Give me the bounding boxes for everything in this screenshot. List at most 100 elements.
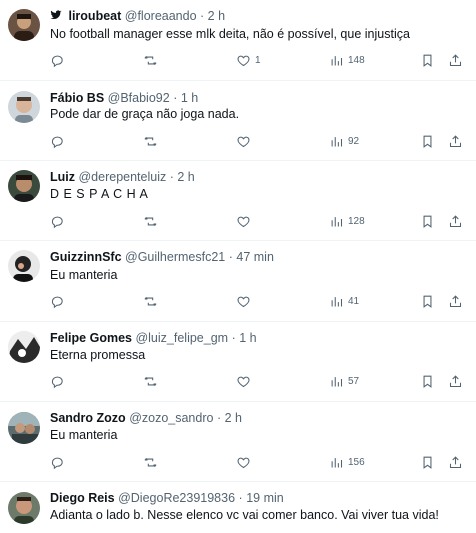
- views-button[interactable]: 57: [329, 373, 359, 389]
- bookmark-button[interactable]: [420, 454, 435, 470]
- views-button[interactable]: 128: [329, 213, 365, 229]
- bookmark-icon: [423, 215, 432, 228]
- bookmark-button[interactable]: [420, 133, 435, 149]
- reply-author-name[interactable]: Sandro Zozo: [50, 411, 126, 425]
- reply-author-handle[interactable]: @zozo_sandro: [129, 411, 213, 425]
- reply-author-name[interactable]: Fábio BS: [50, 91, 104, 105]
- reply-timestamp[interactable]: 1 h: [181, 91, 198, 105]
- retweet-button[interactable]: [143, 133, 158, 149]
- reply-button[interactable]: [50, 373, 65, 389]
- share-button[interactable]: [448, 454, 463, 470]
- separator-dot: ·: [238, 491, 243, 505]
- avatar[interactable]: [8, 9, 40, 41]
- bookmark-icon: [423, 295, 432, 308]
- reply-button[interactable]: [50, 454, 65, 470]
- reply-header: GuizzinnSfc @Guilhermesfc21 · 47 min: [50, 249, 274, 265]
- reply-text: Pode dar de graça não joga nada.: [50, 107, 240, 121]
- bookmark-button[interactable]: [420, 293, 435, 309]
- share-button[interactable]: [448, 373, 463, 389]
- bookmark-button[interactable]: [420, 52, 435, 68]
- retweet-button[interactable]: [143, 293, 158, 309]
- reply-icon: [51, 296, 63, 308]
- share-button[interactable]: [448, 52, 463, 68]
- avatar[interactable]: [8, 331, 40, 363]
- reply-author-name[interactable]: Luiz: [50, 170, 75, 184]
- bookmark-button[interactable]: [420, 373, 435, 389]
- reply-icon: [51, 216, 63, 228]
- reply-author-name[interactable]: liroubeat: [68, 9, 121, 23]
- avatar[interactable]: [8, 492, 40, 524]
- separator-dot: ·: [169, 170, 174, 184]
- retweet-icon: [144, 376, 157, 386]
- share-button[interactable]: [448, 133, 463, 149]
- reply-author-handle[interactable]: @Guilhermesfc21: [125, 250, 225, 264]
- reply-timestamp[interactable]: 47 min: [236, 250, 274, 264]
- reply-author-name[interactable]: Felipe Gomes: [50, 331, 132, 345]
- reply-item[interactable]: Fábio BS @Bfabio92 · 1 h Pode dar de gra…: [0, 81, 476, 161]
- reply-author-handle[interactable]: @floreaando: [125, 9, 197, 23]
- reply-button[interactable]: [50, 52, 65, 68]
- views-button[interactable]: 92: [329, 133, 359, 149]
- reply-item[interactable]: Diego Reis @DiegoRe23919836 · 19 min Adi…: [0, 482, 476, 533]
- reply-item[interactable]: GuizzinnSfc @Guilhermesfc21 · 47 min Eu …: [0, 241, 476, 322]
- reply-button[interactable]: [50, 293, 65, 309]
- share-icon: [449, 294, 462, 307]
- reply-timestamp[interactable]: 19 min: [246, 491, 284, 505]
- views-button[interactable]: 156: [329, 454, 365, 470]
- avatar[interactable]: [8, 250, 40, 282]
- reply-item[interactable]: Sandro Zozo @zozo_sandro · 2 h Eu manter…: [0, 402, 476, 482]
- reply-header: Felipe Gomes @luiz_felipe_gm · 1 h: [50, 330, 257, 346]
- reply-author-name[interactable]: GuizzinnSfc: [50, 250, 122, 264]
- retweet-button[interactable]: [143, 213, 158, 229]
- reply-text: Eu manteria: [50, 428, 118, 442]
- reply-author-handle[interactable]: @luiz_felipe_gm: [135, 331, 228, 345]
- avatar[interactable]: [8, 170, 40, 202]
- like-button[interactable]: [236, 213, 255, 229]
- reply-header: liroubeat @floreaando · 2 h: [50, 8, 225, 24]
- like-icon: [237, 457, 250, 468]
- reply-timestamp[interactable]: 2 h: [225, 411, 242, 425]
- avatar[interactable]: [8, 91, 40, 123]
- like-button[interactable]: 1: [236, 52, 261, 68]
- reply-header: Fábio BS @Bfabio92 · 1 h: [50, 90, 198, 106]
- reply-item[interactable]: liroubeat @floreaando · 2 h No football …: [0, 0, 476, 81]
- like-button[interactable]: [236, 454, 255, 470]
- reply-timestamp[interactable]: 2 h: [208, 9, 225, 23]
- reply-timestamp[interactable]: 2 h: [177, 170, 194, 184]
- reply-header: Sandro Zozo @zozo_sandro · 2 h: [50, 410, 242, 426]
- views-count: 128: [348, 215, 365, 227]
- reply-button[interactable]: [50, 213, 65, 229]
- reply-actions: 57: [50, 373, 464, 389]
- like-icon: [237, 296, 250, 307]
- share-button[interactable]: [448, 213, 463, 229]
- like-icon: [237, 136, 250, 147]
- reply-author-handle[interactable]: @DiegoRe23919836: [118, 491, 235, 505]
- retweet-icon: [144, 296, 157, 306]
- like-button[interactable]: [236, 293, 255, 309]
- bookmark-icon: [423, 135, 432, 148]
- views-button[interactable]: 148: [329, 52, 365, 68]
- share-button[interactable]: [448, 293, 463, 309]
- retweet-button[interactable]: [143, 52, 158, 68]
- reply-timestamp[interactable]: 1 h: [239, 331, 256, 345]
- reply-icon: [51, 376, 63, 388]
- like-button[interactable]: [236, 373, 255, 389]
- retweet-icon: [144, 136, 157, 146]
- reply-item[interactable]: Luiz @derepenteluiz · 2 h D E S P A C H …: [0, 161, 476, 241]
- avatar[interactable]: [8, 412, 40, 444]
- views-count: 41: [348, 295, 360, 307]
- retweet-button[interactable]: [143, 454, 158, 470]
- reply-icon: [51, 55, 63, 67]
- reply-button[interactable]: [50, 133, 65, 149]
- like-button[interactable]: [236, 133, 255, 149]
- reply-author-handle[interactable]: @derepenteluiz: [78, 170, 166, 184]
- views-button[interactable]: 41: [329, 293, 359, 309]
- reply-author-handle[interactable]: @Bfabio92: [108, 91, 170, 105]
- like-count: 1: [255, 54, 261, 66]
- reply-item[interactable]: Felipe Gomes @luiz_felipe_gm · 1 h Etern…: [0, 322, 476, 402]
- bookmark-button[interactable]: [420, 213, 435, 229]
- reply-actions: 1 148: [50, 52, 464, 68]
- retweet-button[interactable]: [143, 373, 158, 389]
- reply-author-name[interactable]: Diego Reis: [50, 491, 115, 505]
- bookmark-icon: [423, 456, 432, 469]
